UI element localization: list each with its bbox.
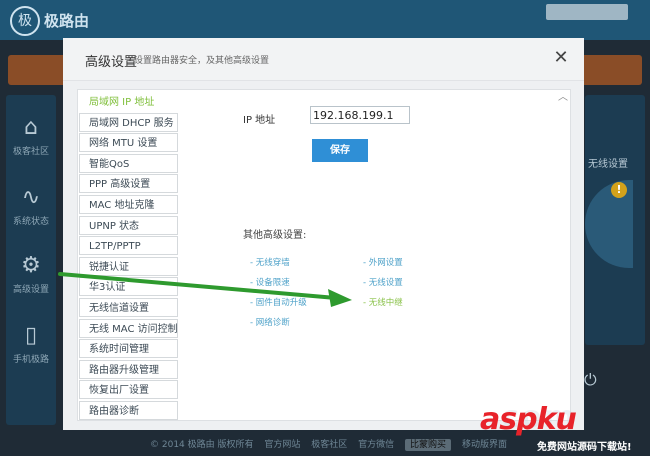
footer-copyright: © 2014 极路由 版权所有 <box>150 440 254 450</box>
menu-item[interactable]: 无线 MAC 访问控制 <box>79 318 178 338</box>
menu-item[interactable]: PPP 高级设置 <box>79 174 178 194</box>
menu-item[interactable]: 无线信道设置 <box>79 297 178 317</box>
dialog-subtitle: 设置路由器安全，及其他高级设置 <box>134 56 270 66</box>
sidebar-item-label: 系统状态 <box>12 217 49 227</box>
sidebar-item-label: 高级设置 <box>12 285 49 295</box>
watermark-logo: .com aspku 免费网站源码下载站! <box>480 398 650 456</box>
other-settings-title: 其他高级设置: <box>243 230 307 241</box>
logo-icon: 极 <box>10 6 40 36</box>
footer-tag[interactable]: 比蒙购买 <box>405 439 452 451</box>
pulse-icon: ∿ <box>21 185 41 210</box>
link-wireless-settings[interactable]: - 无线设置 <box>363 276 403 288</box>
sidebar-item-mobile[interactable]: ▯ 手机极路 <box>6 323 56 365</box>
link-wireless-wall[interactable]: - 无线穿墙 <box>250 256 290 268</box>
menu-item[interactable]: UPNP 状态 <box>79 215 178 235</box>
sidebar: ⌂ 极客社区 ∿ 系统状态 ⚙ 高级设置 ▯ 手机极路 <box>6 95 56 425</box>
menu-item[interactable]: 华3认证 <box>79 277 178 297</box>
menu-item[interactable]: 局域网 IP 地址 <box>79 92 178 111</box>
menu-item[interactable]: 路由器诊断 <box>79 400 178 420</box>
ip-address-label: IP 地址 <box>243 115 276 126</box>
settings-panel: ︿ 局域网 IP 地址 局域网 DHCP 服务 网络 MTU 设置 智能QoS PPP … <box>77 89 571 421</box>
menu-item[interactable]: 智能QoS <box>79 153 178 173</box>
phone-icon: ▯ <box>24 323 38 348</box>
watermark-brand: aspku <box>480 402 577 437</box>
sidebar-item-community[interactable]: ⌂ 极客社区 <box>6 115 56 157</box>
warning-badge: ! <box>611 182 627 198</box>
chevron-up-icon[interactable]: ︿ <box>558 93 568 103</box>
menu-item[interactable]: L2TP/PPTP <box>79 236 178 256</box>
footer-official-site[interactable]: 官方网站 <box>264 440 300 450</box>
search-input[interactable] <box>546 4 628 20</box>
save-button[interactable]: 保存 <box>312 139 368 162</box>
app-header: 极 极路由 <box>0 0 650 40</box>
link-device-speed-limit[interactable]: - 设备限速 <box>250 276 290 288</box>
menu-item[interactable]: 局域网 DHCP 服务 <box>79 112 178 132</box>
gear-icon: ⚙ <box>21 253 41 278</box>
footer-wechat[interactable]: 官方微信 <box>358 440 394 450</box>
footer-community[interactable]: 极客社区 <box>311 440 347 450</box>
home-icon: ⌂ <box>24 115 38 140</box>
link-wan-settings[interactable]: - 外网设置 <box>363 256 403 268</box>
link-network-diagnosis[interactable]: - 网络诊断 <box>250 316 290 328</box>
menu-item[interactable]: 系统时间管理 <box>79 339 178 359</box>
footer: © 2014 极路由 版权所有 官方网站 极客社区 官方微信 比蒙购买 移动版界… <box>150 437 515 451</box>
watermark-subtitle: 免费网站源码下载站! <box>537 442 632 453</box>
menu-item[interactable]: 锐捷认证 <box>79 256 178 276</box>
sidebar-item-advanced[interactable]: ⚙ 高级设置 <box>6 253 56 295</box>
dialog-header: 高级设置 设置路由器安全，及其他高级设置 ✕ <box>63 38 584 81</box>
link-wireless-repeater[interactable]: - 无线中继 <box>363 296 403 308</box>
menu-item[interactable]: 路由器升级管理 <box>79 359 178 379</box>
menu-item[interactable]: 网络 MTU 设置 <box>79 133 178 153</box>
sidebar-item-label: 手机极路 <box>12 355 49 365</box>
power-icon[interactable]: ⏻ <box>584 370 597 390</box>
wireless-settings-label: 无线设置 <box>588 159 628 170</box>
close-icon[interactable]: ✕ <box>551 48 571 68</box>
settings-menu: 局域网 IP 地址 局域网 DHCP 服务 网络 MTU 设置 智能QoS PPP 高级… <box>79 92 178 422</box>
advanced-settings-dialog: 高级设置 设置路由器安全，及其他高级设置 ✕ ︿ 局域网 IP 地址 局域网 DH… <box>63 38 584 430</box>
ip-address-input[interactable] <box>310 106 410 124</box>
logo-text: 极路由 <box>44 12 90 30</box>
sidebar-item-status[interactable]: ∿ 系统状态 <box>6 185 56 227</box>
dialog-title: 高级设置 <box>85 55 138 70</box>
menu-item[interactable]: 恢复出厂设置 <box>79 380 178 400</box>
menu-item[interactable]: MAC 地址克隆 <box>79 194 178 214</box>
sidebar-item-label: 极客社区 <box>12 147 49 157</box>
link-firmware-auto-upgrade[interactable]: - 固件自动升级 <box>250 296 307 308</box>
